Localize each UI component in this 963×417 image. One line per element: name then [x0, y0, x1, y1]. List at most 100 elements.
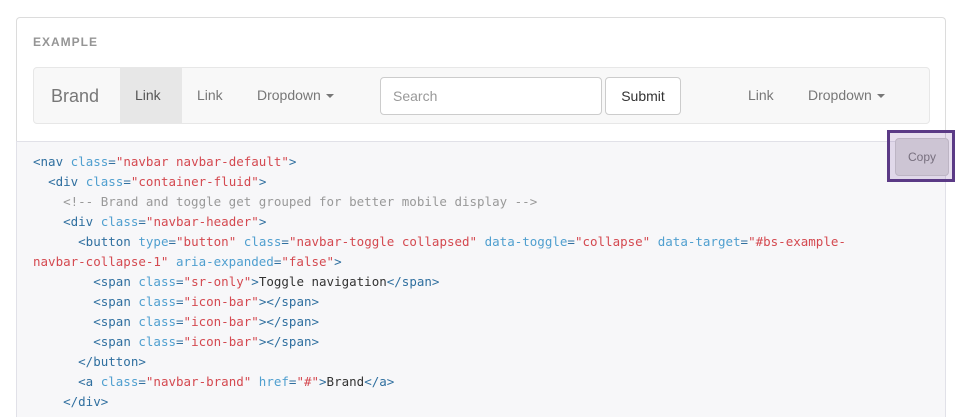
code-line: <button type="button" class="navbar-togg…: [33, 232, 846, 252]
code-token: "button": [176, 234, 237, 249]
code-token: <span: [93, 274, 139, 289]
code-token: <span: [93, 314, 139, 329]
example-panel: EXAMPLE Brand Link Link Dropdown Submit …: [16, 17, 946, 141]
code-token: <a: [78, 374, 101, 389]
code-token: =: [567, 234, 575, 249]
code-token: "navbar-header": [145, 214, 259, 229]
code-token: =: [176, 294, 184, 309]
code-token: "container-fluid": [130, 174, 259, 189]
code-token: </a>: [364, 374, 395, 389]
code-token: =: [740, 234, 749, 249]
code-token: ></span>: [258, 314, 320, 329]
code-token: "#": [296, 374, 320, 389]
code-token: >: [258, 214, 267, 229]
code-token: class: [138, 294, 177, 309]
nav-dropdown-right[interactable]: Dropdown: [793, 68, 917, 123]
code-token: >: [319, 374, 327, 389]
code-line: <div class="container-fluid">: [33, 172, 846, 192]
navbar: Brand Link Link Dropdown Submit Link Dro…: [33, 67, 930, 124]
code-token: <div: [48, 174, 86, 189]
code-token: =: [108, 154, 116, 169]
code-token: class: [138, 334, 177, 349]
code-token: "collapse": [574, 234, 651, 249]
code-token: "sr-only": [183, 274, 252, 289]
navbar-brand[interactable]: Brand: [51, 86, 99, 107]
code-token: href: [258, 374, 289, 389]
code-token: "navbar-toggle collapsed": [288, 234, 478, 249]
code-line: navbar-collapse-1" aria-expanded="false"…: [33, 252, 846, 272]
code-token: </div>: [63, 394, 109, 409]
code-listing: <nav class="navbar navbar-default"> <div…: [33, 152, 846, 412]
code-token: <span: [93, 294, 139, 309]
code-token: Brand: [326, 374, 365, 389]
code-token: class: [100, 214, 139, 229]
code-token: >: [258, 174, 267, 189]
code-token: =: [176, 314, 184, 329]
code-token: =: [168, 234, 177, 249]
code-token: =: [176, 274, 184, 289]
code-token: =: [138, 374, 146, 389]
nav-dropdown[interactable]: Dropdown: [242, 68, 366, 123]
code-token: ></span>: [258, 334, 320, 349]
caret-down-icon: [325, 94, 334, 99]
code-token: "#bs-example-: [748, 234, 846, 249]
nav-link-active[interactable]: Link: [120, 68, 182, 123]
nav-link-right[interactable]: Link: [733, 68, 793, 123]
caret-down-icon: [876, 94, 885, 99]
code-token: data-target: [657, 234, 741, 249]
code-token: >: [251, 274, 259, 289]
code-token: navbar-collapse-1": [33, 254, 169, 269]
code-token: <div: [63, 214, 101, 229]
code-token: "false": [281, 254, 335, 269]
code-token: "icon-bar": [183, 294, 259, 309]
example-label: EXAMPLE: [33, 35, 99, 49]
code-line: <span class="icon-bar"></span>: [33, 332, 846, 352]
code-token: "navbar navbar-default": [115, 154, 289, 169]
code-token: class: [138, 274, 177, 289]
code-token: >: [288, 154, 297, 169]
code-token: =: [281, 234, 289, 249]
code-token: <span: [93, 334, 139, 349]
code-token: Toggle navigation: [258, 274, 387, 289]
code-token: data-toggle: [484, 234, 568, 249]
code-token: </button>: [78, 354, 146, 369]
code-token: =: [138, 214, 146, 229]
copy-button-highlight: [887, 130, 955, 182]
code-line: <span class="sr-only">Toggle navigation<…: [33, 272, 846, 292]
submit-button[interactable]: Submit: [605, 77, 681, 115]
code-token: =: [176, 334, 184, 349]
code-line: </div>: [33, 392, 846, 412]
code-token: </span>: [386, 274, 440, 289]
code-token: type: [138, 234, 169, 249]
code-token: class: [85, 174, 124, 189]
code-token: <button: [78, 234, 139, 249]
code-line: <span class="icon-bar"></span>: [33, 312, 846, 332]
code-token: "icon-bar": [183, 334, 259, 349]
code-line: <!-- Brand and toggle get grouped for be…: [33, 192, 846, 212]
code-line: <span class="icon-bar"></span>: [33, 292, 846, 312]
code-line: <div class="navbar-header">: [33, 212, 846, 232]
search-input[interactable]: [380, 77, 602, 115]
code-line: <nav class="navbar navbar-default">: [33, 152, 846, 172]
code-token: =: [123, 174, 131, 189]
code-token: class: [100, 374, 139, 389]
code-token: "icon-bar": [183, 314, 259, 329]
code-token: <!-- Brand and toggle get grouped for be…: [63, 194, 538, 209]
nav-link[interactable]: Link: [182, 68, 242, 123]
nav-dropdown-right-label: Dropdown: [808, 87, 872, 103]
code-line: <a class="navbar-brand" href="#">Brand</…: [33, 372, 846, 392]
